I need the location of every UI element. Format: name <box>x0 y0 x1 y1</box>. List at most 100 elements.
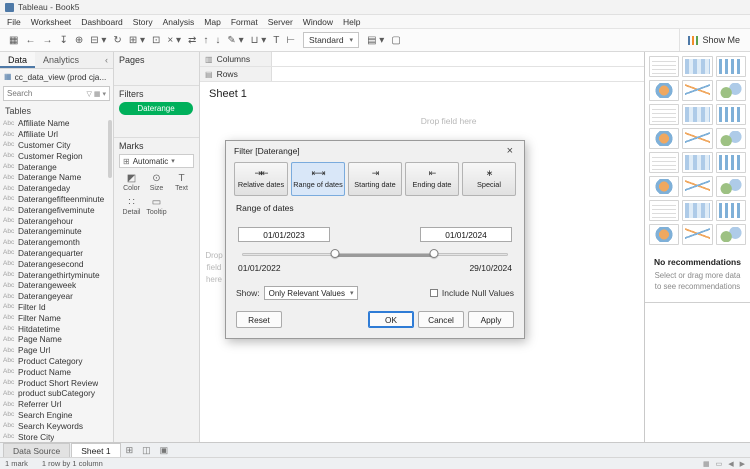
filmstrip-icon[interactable]: ▭ <box>716 460 723 468</box>
dual-combination-thumbnail[interactable] <box>716 176 746 197</box>
treemap-thumbnail[interactable] <box>649 128 679 149</box>
side-by-side-circles-thumbnail[interactable] <box>716 128 746 149</box>
save-icon[interactable]: ↧ <box>56 34 70 47</box>
field-daterange-name[interactable]: AbcDaterange Name <box>0 172 113 183</box>
close-icon[interactable]: × <box>504 146 516 157</box>
show-me-button[interactable]: Show Me <box>679 29 744 51</box>
box-and-whisker-thumbnail[interactable] <box>716 200 746 221</box>
circle-views-thumbnail[interactable] <box>682 128 712 149</box>
side-by-side-bars-thumbnail[interactable] <box>716 104 746 125</box>
menu-help[interactable]: Help <box>343 17 360 27</box>
marks-button-detail[interactable]: ∷Detail <box>119 196 144 218</box>
sort-ascending-icon[interactable]: ↑ <box>200 34 211 47</box>
new-dashboard-icon[interactable]: ◫ <box>138 443 155 457</box>
new-worksheet-icon[interactable]: ⊞ ▾ <box>126 34 148 47</box>
scatter-plot-thumbnail[interactable] <box>649 200 679 221</box>
field-daterangeminute[interactable]: AbcDaterangeminute <box>0 226 113 237</box>
fit-mode-dropdown[interactable]: Standard ▾ <box>303 32 359 48</box>
include-null-group[interactable]: Include Null Values <box>430 288 514 298</box>
filter-tab-starting-date[interactable]: ⇥Starting date <box>348 162 402 196</box>
filter-tab-ending-date[interactable]: ⇤Ending date <box>405 162 459 196</box>
undo-icon[interactable]: ← <box>22 34 38 47</box>
slider-handle-low[interactable] <box>331 249 340 258</box>
field-daterangemonth[interactable]: AbcDaterangemonth <box>0 237 113 248</box>
clear-sheet-icon[interactable]: × ▾ <box>164 34 184 47</box>
marks-button-text[interactable]: TText <box>169 172 194 194</box>
discrete-lines-thumbnail[interactable] <box>682 152 712 173</box>
sheet-sorter-icon[interactable]: ▦ <box>703 460 710 468</box>
highlight-table-thumbnail[interactable] <box>716 56 746 77</box>
marks-button-tooltip[interactable]: ▭Tooltip <box>144 196 169 218</box>
menu-story[interactable]: Story <box>133 17 153 27</box>
field-product-subcategory[interactable]: Abcproduct subCategory <box>0 388 113 399</box>
field-daterangequarter[interactable]: AbcDaterangequarter <box>0 248 113 259</box>
menu-file[interactable]: File <box>7 17 21 27</box>
field-filter-id[interactable]: AbcFilter Id <box>0 302 113 313</box>
columns-shelf[interactable]: ▥ Columns <box>200 52 644 67</box>
filters-shelf[interactable]: Filters Daterange <box>114 86 199 138</box>
filter-pill-daterange[interactable]: Daterange <box>119 102 193 115</box>
heat-map-thumbnail[interactable] <box>682 56 712 77</box>
presentation-mode-icon[interactable]: ▢ <box>388 34 403 47</box>
filter-tab-relative-dates[interactable]: ⇥⇤Relative dates <box>234 162 288 196</box>
gantt-thumbnail[interactable] <box>649 224 679 245</box>
text-tables-thumbnail[interactable] <box>649 56 679 77</box>
show-values-dropdown[interactable]: Only Relevant Values ▾ <box>264 286 359 300</box>
apply-button[interactable]: Apply <box>468 311 514 328</box>
field-product-category[interactable]: AbcProduct Category <box>0 356 113 367</box>
sort-descending-icon[interactable]: ↓ <box>212 34 223 47</box>
end-date-input[interactable]: 01/01/2024 <box>420 227 512 242</box>
sheet-tab-data-source[interactable]: Data Source <box>3 443 70 457</box>
field-daterangeday[interactable]: AbcDaterangeday <box>0 183 113 194</box>
date-range-slider[interactable] <box>242 249 508 260</box>
menu-server[interactable]: Server <box>268 17 293 27</box>
field-customer-city[interactable]: AbcCustomer City <box>0 140 113 151</box>
run-update-icon[interactable]: ↻ <box>110 34 124 47</box>
pie-chart-thumbnail[interactable] <box>716 80 746 101</box>
field-daterangeyear[interactable]: AbcDaterangeyear <box>0 291 113 302</box>
field-affiliate-name[interactable]: AbcAffiliate Name <box>0 118 113 129</box>
cancel-button[interactable]: Cancel <box>418 311 464 328</box>
field-daterangethirtyminute[interactable]: AbcDaterangethirtyminute <box>0 269 113 280</box>
stacked-bars-thumbnail[interactable] <box>682 104 712 125</box>
field-daterangesecond[interactable]: AbcDaterangesecond <box>0 258 113 269</box>
ok-button[interactable]: OK <box>368 311 414 328</box>
tab-data[interactable]: Data <box>0 52 35 68</box>
filter-tab-range-of-dates[interactable]: ⇤⇥Range of dates <box>291 162 345 196</box>
pause-auto-updates-icon[interactable]: ⊟ ▾ <box>87 34 109 47</box>
filled-map-thumbnail[interactable] <box>682 80 712 101</box>
tab-analytics[interactable]: Analytics <box>35 52 87 68</box>
field-product-name[interactable]: AbcProduct Name <box>0 366 113 377</box>
marks-button-size[interactable]: ⊙Size <box>144 172 169 194</box>
highlight-icon[interactable]: ✎ ▾ <box>224 34 246 47</box>
histogram-thumbnail[interactable] <box>682 200 712 221</box>
field-daterangehour[interactable]: AbcDaterangehour <box>0 215 113 226</box>
swap-rows-columns-icon[interactable]: ⇄ <box>185 34 199 47</box>
next-sheet-icon[interactable]: ▶ <box>740 460 745 468</box>
dual-lines-thumbnail[interactable] <box>716 152 746 173</box>
field-affiliate-url[interactable]: AbcAffiliate Url <box>0 129 113 140</box>
bullet-graph-thumbnail[interactable] <box>682 224 712 245</box>
field-referrer-url[interactable]: AbcReferrer Url <box>0 399 113 410</box>
new-worksheet-icon[interactable]: ⊞ <box>122 443 138 457</box>
redo-icon[interactable]: → <box>39 34 55 47</box>
field-daterange[interactable]: AbcDaterange <box>0 161 113 172</box>
slider-handle-high[interactable] <box>429 249 438 258</box>
collapse-pane-icon[interactable]: ‹ <box>100 52 113 68</box>
previous-sheet-icon[interactable]: ◀ <box>728 460 733 468</box>
show-mark-labels-icon[interactable]: T <box>270 34 282 47</box>
field-page-url[interactable]: AbcPage Url <box>0 345 113 356</box>
field-hitdatetime[interactable]: AbcHitdatetime <box>0 323 113 334</box>
reset-button[interactable]: Reset <box>236 311 282 328</box>
field-customer-region[interactable]: AbcCustomer Region <box>0 150 113 161</box>
add-data-source-icon[interactable]: ⊕ <box>72 34 86 47</box>
field-product-short-review[interactable]: AbcProduct Short Review <box>0 377 113 388</box>
field-filter-name[interactable]: AbcFilter Name <box>0 312 113 323</box>
datasource-item[interactable]: ▦ cc_data_view (prod cja... <box>0 69 113 84</box>
continuous-area-thumbnail[interactable] <box>649 176 679 197</box>
rows-shelf[interactable]: ▤ Rows <box>200 67 644 82</box>
field-search-keywords[interactable]: AbcSearch Keywords <box>0 420 113 431</box>
pages-shelf[interactable]: Pages <box>114 52 199 86</box>
menu-worksheet[interactable]: Worksheet <box>31 17 71 27</box>
sheet-tab-sheet-1[interactable]: Sheet 1 <box>71 443 120 457</box>
